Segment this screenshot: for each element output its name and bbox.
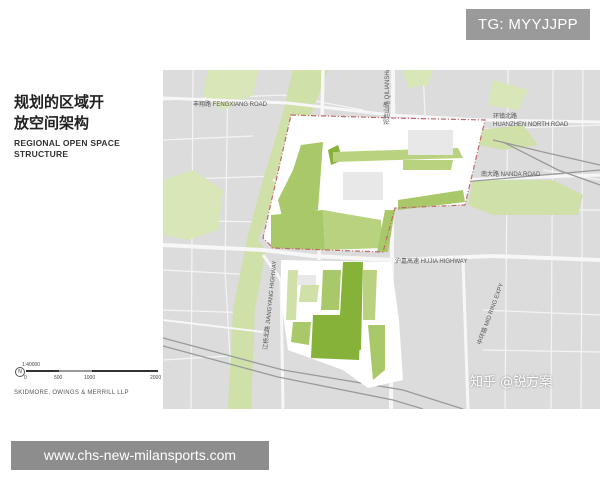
title-en-line2: STRUCTURE bbox=[14, 149, 69, 159]
url-badge: www.chs-new-milansports.com bbox=[11, 441, 269, 470]
label-nanda-road: 南大路 NANDA ROAD bbox=[481, 170, 541, 178]
label-qianshan-road: 祁连山路 QILIANSHAN ROAD bbox=[383, 70, 391, 125]
scale-ratio: 1:40000 bbox=[22, 362, 41, 368]
label-huanzhen-road-en: HUANZHEN NORTH ROAD bbox=[493, 122, 569, 128]
label-hujia-highway: 沪嘉高速 HUJIA HIGHWAY bbox=[395, 257, 467, 265]
scale-tick-2000: 2000 bbox=[150, 375, 162, 381]
label-huanzhen-road-cn: 环镇北路 bbox=[493, 112, 517, 120]
tg-badge: TG: MYYJJPP bbox=[466, 9, 590, 40]
scale-tick-1000: 1000 bbox=[84, 375, 96, 381]
title-cn-line2: 放空间架构 bbox=[14, 114, 90, 132]
site-map: 丰翔路 FENGXIANG ROAD 环镇北路 HUANZHEN NORTH R… bbox=[163, 70, 600, 409]
scale-ticks: 0 500 1000 2000 bbox=[24, 375, 166, 383]
title-block: 规划的区域开 放空间架构 REGIONAL OPEN SPACE STRUCTU… bbox=[14, 92, 159, 160]
title-en-line1: REGIONAL OPEN SPACE bbox=[14, 138, 120, 148]
scale-tick-500: 500 bbox=[54, 375, 63, 381]
scale-bar bbox=[26, 370, 158, 372]
label-fengxiang-road: 丰翔路 FENGXIANG ROAD bbox=[193, 100, 268, 108]
firm-credit: SKIDMORE, OWINGS & MERRILL LLP bbox=[14, 390, 129, 396]
title-en: REGIONAL OPEN SPACE STRUCTURE bbox=[14, 138, 159, 160]
scale-tick-0: 0 bbox=[24, 375, 27, 381]
title-cn-line1: 规划的区域开 bbox=[14, 93, 105, 111]
watermark: 知乎 @锐方案 bbox=[470, 375, 553, 390]
